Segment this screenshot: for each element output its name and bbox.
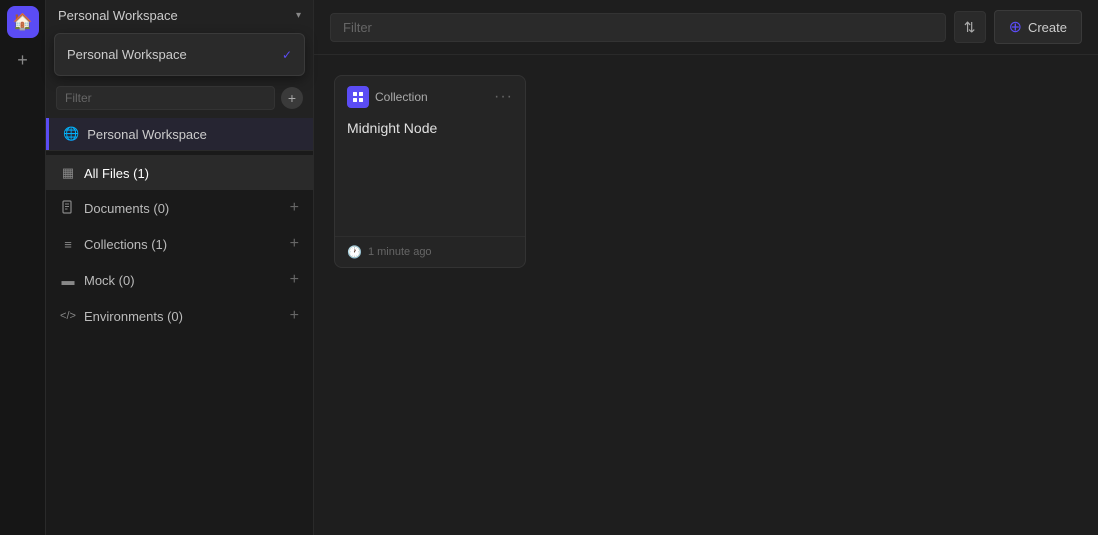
icon-bar: 🏠 + [0,0,46,535]
add-environment-button[interactable]: + [290,307,299,325]
workspace-title: Personal Workspace [58,8,178,23]
workspace-menu-item-label: Personal Workspace [67,47,187,62]
create-button-label: Create [1028,20,1067,35]
nav-item-mock[interactable]: ▬ Mock (0) + [46,262,313,298]
card-footer: 🕐 1 minute ago [335,236,525,267]
workspace-dropdown: Personal Workspace ▾ Personal Workspace … [46,0,313,151]
sidebar-filter-input[interactable] [56,86,275,110]
create-plus-icon: ⊕ [1009,17,1022,37]
check-icon: ✓ [282,48,292,62]
card-grid: Collection ··· Midnight Node 🕐 1 minute … [334,75,1078,268]
add-workspace-button[interactable]: + [9,46,37,74]
sort-icon: ⇅ [964,19,976,36]
nav-item-all-files[interactable]: ▦ All Files (1) [46,156,313,190]
workspace-nav-item[interactable]: 🌐 Personal Workspace [46,118,313,150]
card-title: Midnight Node [335,114,525,136]
add-collection-button[interactable]: + [290,235,299,253]
nav-label-collections: Collections (1) [84,237,167,252]
sort-button[interactable]: ⇅ [954,11,986,43]
workspace-menu-item[interactable]: Personal Workspace ✓ [55,40,304,69]
nav-label-mock: Mock (0) [84,273,135,288]
toolbar: ⇅ ⊕ Create [314,0,1098,55]
add-document-button[interactable]: + [290,199,299,217]
nav-label-environments: Environments (0) [84,309,183,324]
toolbar-filter-input[interactable] [330,13,946,42]
workspace-menu: Personal Workspace ✓ [54,33,305,76]
sidebar: Personal Workspace ▾ Personal Workspace … [46,0,314,535]
nav-label-all-files: All Files (1) [84,166,149,181]
collection-card-icon [347,86,369,108]
add-mock-button[interactable]: + [290,271,299,289]
grid-icon: ▦ [60,165,76,181]
workspace-nav-label: Personal Workspace [87,127,207,142]
sidebar-filter-row: + [46,78,313,118]
create-button[interactable]: ⊕ Create [994,10,1082,44]
code-icon: </> [60,310,76,322]
card-timestamp: 1 minute ago [368,246,432,258]
card-menu-button[interactable]: ··· [494,88,513,106]
nav-item-documents[interactable]: Documents (0) + [46,190,313,226]
collections-icon: ≡ [60,237,76,252]
card-body [335,136,525,236]
nav-item-collections[interactable]: ≡ Collections (1) + [46,226,313,262]
nav-label-documents: Documents (0) [84,201,169,216]
workspace-title-bar[interactable]: Personal Workspace ▾ [46,0,313,31]
card-type-label: Collection [375,90,428,104]
clock-icon: 🕐 [347,245,362,259]
mock-icon: ▬ [60,273,76,288]
sidebar-add-button[interactable]: + [281,87,303,109]
globe-icon: 🌐 [63,126,79,142]
main-content: ⇅ ⊕ Create [314,0,1098,535]
content-area: Collection ··· Midnight Node 🕐 1 minute … [314,55,1098,535]
collection-card-midnight-node[interactable]: Collection ··· Midnight Node 🕐 1 minute … [334,75,526,268]
home-button[interactable]: 🏠 [7,6,39,38]
nav-item-environments[interactable]: </> Environments (0) + [46,298,313,334]
chevron-down-icon: ▾ [296,10,301,21]
document-icon [60,200,76,217]
